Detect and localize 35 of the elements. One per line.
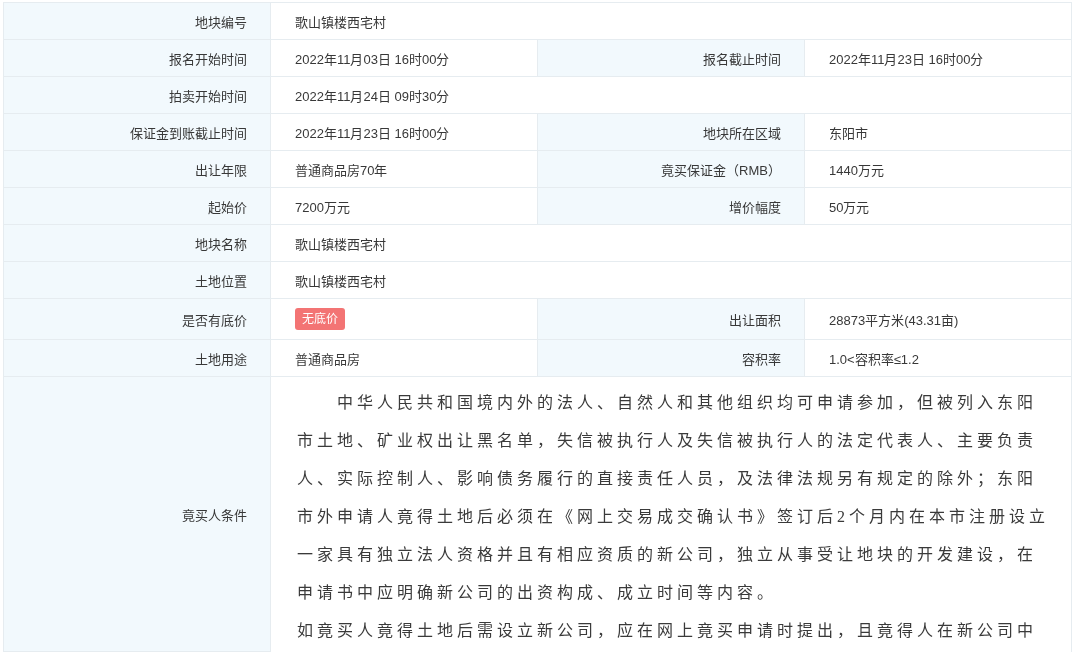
field-label: 地块名称 — [4, 225, 271, 262]
condition-paragraph: 中华人民共和国境内外的法人、自然人和其他组织均可申请参加，但被列入东阳市土地、矿业权出让黑名单，失信被执行人及失信被执行人的法定代表人、主要负责人、实际控制人、影响债务履行的直接责任人员，及法律法规另有规定的除外；东阳市外申请人竟得土地后必须在《网上交易成交确认书》签订后2个月内在本市注册设立一家具有独立法人资格并且有相应资质的新公司，独立从事受让地块的开发建设，在申请书中应明确新公司的出资构成、成立时间等内容。 — [297, 393, 1050, 603]
field-value: 50万元 — [805, 188, 1072, 225]
field-value: 7200万元 — [271, 188, 538, 225]
field-label: 土地用途 — [4, 340, 271, 377]
status-tag: 无底价 — [295, 308, 345, 330]
field-value: 1440万元 — [805, 151, 1072, 188]
field-value: 2022年11月23日 16时00分 — [805, 40, 1072, 77]
field-label: 报名开始时间 — [4, 40, 271, 77]
field-label: 报名截止时间 — [538, 40, 805, 77]
field-label: 地块编号 — [4, 3, 271, 40]
field-label: 土地位置 — [4, 262, 271, 299]
field-label: 拍卖开始时间 — [4, 77, 271, 114]
field-label: 出让面积 — [538, 299, 805, 340]
field-label: 地块所在区域 — [538, 114, 805, 151]
field-label: 起始价 — [4, 188, 271, 225]
field-value: 1.0<容积率≤1.2 — [805, 340, 1072, 377]
field-label: 容积率 — [538, 340, 805, 377]
field-value: 歌山镇楼西宅村 — [271, 3, 1072, 40]
field-value: 东阳市 — [805, 114, 1072, 151]
field-label: 增价幅度 — [538, 188, 805, 225]
field-value: 歌山镇楼西宅村 — [271, 225, 1072, 262]
condition-paragraph: 如竟买人竟得土地后需设立新公司，应在网上竟买申请时提出，且竟得人在新公司中 — [297, 621, 1038, 641]
field-label: 保证金到账截止时间 — [4, 114, 271, 151]
field-label: 是否有底价 — [4, 299, 271, 340]
field-label: 竟买保证金（RMB） — [538, 151, 805, 188]
field-value: 2022年11月24日 09时30分 — [271, 77, 1072, 114]
field-value: 歌山镇楼西宅村 — [271, 262, 1072, 299]
field-value: 2022年11月23日 16时00分 — [271, 114, 538, 151]
field-value: 2022年11月03日 16时00分 — [271, 40, 538, 77]
field-value: 28873平方米(43.31亩) — [805, 299, 1072, 340]
field-label: 出让年限 — [4, 151, 271, 188]
field-label: 竟买人条件 — [4, 377, 271, 652]
field-value: 普通商品房 — [271, 340, 538, 377]
field-value: 普通商品房70年 — [271, 151, 538, 188]
